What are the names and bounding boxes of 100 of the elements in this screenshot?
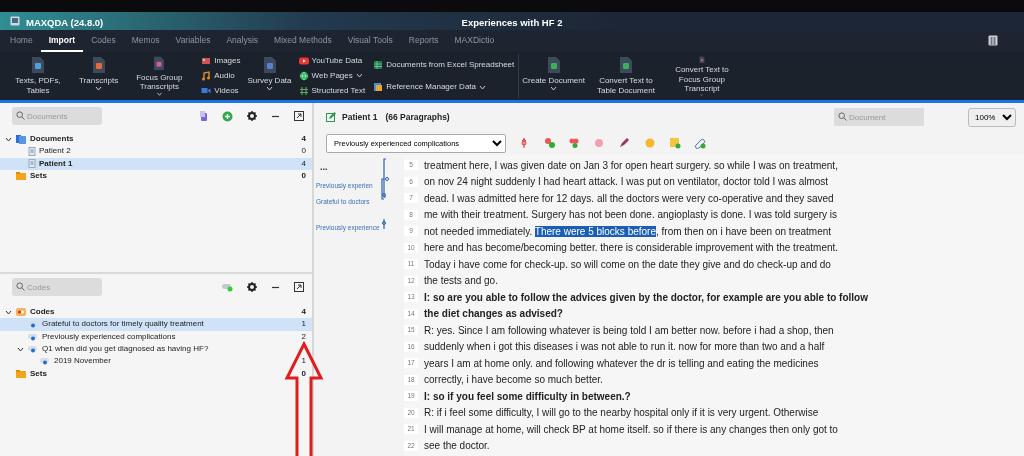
zoom-select[interactable]: 100% bbox=[968, 107, 1016, 127]
tree-label: Patient 2 bbox=[39, 145, 71, 158]
add-icon[interactable] bbox=[222, 110, 233, 122]
ribbon-button[interactable]: Web Pages bbox=[298, 70, 366, 82]
ribbon-button[interactable]: Audio bbox=[201, 70, 241, 82]
paragraph-text: not needed immediately. There were 5 blocks before, from then on i have been on treatment bbox=[424, 224, 832, 239]
paragraph-text: me with their treatment. Surgery has not been done. angioplasty is done. I was told surgery is bbox=[424, 208, 837, 223]
item-count: 2 bbox=[301, 330, 306, 343]
expand-icon[interactable] bbox=[294, 111, 304, 121]
tree-label: Grateful to doctors for timely quality treatment bbox=[42, 318, 204, 331]
memo-icon[interactable] bbox=[669, 137, 681, 149]
ribbon-button[interactable]: Videos bbox=[201, 84, 241, 97]
tree-item[interactable]: Codes 4 bbox=[0, 306, 312, 319]
tree-item[interactable]: Documents 4 bbox=[0, 133, 312, 146]
ribbon-tab[interactable]: Mixed Methods bbox=[266, 30, 340, 52]
ribbon-button[interactable]: Focus Group Transcripts bbox=[121, 54, 198, 98]
code-icon bbox=[40, 357, 51, 366]
document-icon bbox=[152, 56, 167, 71]
chevron-icon[interactable] bbox=[5, 136, 12, 142]
tree-item[interactable]: Previously experienced complications 2 bbox=[0, 330, 312, 343]
ribbon-tab[interactable]: Visual Tools bbox=[339, 30, 401, 52]
paragraph-text: suddenly when i got this diseases i was not able to run it. now for more than two and a half bbox=[424, 340, 825, 355]
paragraph-text: the tests and go. bbox=[424, 274, 498, 289]
image-icon bbox=[201, 56, 212, 67]
globe-icon bbox=[298, 71, 309, 81]
spreadsheet-icon bbox=[373, 60, 384, 70]
item-count: 4 bbox=[301, 157, 306, 170]
caret-icon[interactable] bbox=[479, 84, 486, 90]
pen-icon[interactable] bbox=[619, 137, 631, 149]
item-count: 0 bbox=[301, 367, 306, 380]
tree-item[interactable]: 2019 November 1 bbox=[0, 355, 312, 368]
ribbon-tab[interactable]: Memos bbox=[123, 30, 168, 52]
code-icon bbox=[28, 320, 39, 329]
tree-label: Previously experienced complications bbox=[42, 330, 176, 343]
ribbon-button[interactable]: YouTube Data bbox=[298, 55, 366, 68]
calculator-icon[interactable] bbox=[988, 35, 998, 46]
document-icon bbox=[28, 159, 36, 169]
code-icon bbox=[28, 345, 39, 354]
ribbon-button[interactable]: Survey Data bbox=[244, 54, 295, 98]
paragraph-text: see the doctor. bbox=[424, 439, 490, 454]
paragraph-text: R: yes. Since I am following whatever is being told I am better now. before i had a shop, then bbox=[424, 323, 834, 338]
tree-label: Documents bbox=[30, 133, 74, 146]
caret-icon[interactable] bbox=[550, 85, 558, 91]
settings-icon[interactable] bbox=[247, 282, 257, 292]
item-count: 1 bbox=[301, 355, 306, 368]
ribbon-button[interactable]: Convert Text to Focus Group Transcript bbox=[663, 54, 740, 98]
music-note-icon bbox=[201, 71, 212, 81]
document-icon bbox=[91, 56, 106, 74]
ribbon-tab[interactable]: MAXDictio bbox=[446, 30, 503, 52]
tree-label: Q1 when did you get diagnosed as having HF? bbox=[42, 343, 209, 356]
ribbon-tab[interactable]: Codes bbox=[83, 30, 124, 52]
codes-icon bbox=[16, 307, 27, 318]
tree-item[interactable]: Patient 1 4 bbox=[0, 157, 312, 170]
paragraph-text: treatment here, I was given date on Jan 3 for open heart surgery. so while I was on treatment, bbox=[424, 158, 838, 173]
ribbon-tab[interactable]: Analysis bbox=[218, 30, 267, 52]
link-icon[interactable] bbox=[694, 137, 706, 149]
ribbon-tab[interactable]: Reports bbox=[400, 30, 447, 52]
app-title: MAXQDA (24.8.0) bbox=[26, 16, 104, 30]
ribbon-button[interactable]: Texts, PDFs, Tables bbox=[0, 54, 76, 98]
caret-icon[interactable] bbox=[355, 73, 363, 79]
item-count: 0 bbox=[301, 170, 306, 183]
ribbon-button[interactable]: Convert Text to Table Document bbox=[587, 54, 664, 98]
expand-icon[interactable] bbox=[294, 282, 304, 292]
tree-item[interactable]: Q1 when did you get diagnosed as having HF? bbox=[0, 342, 312, 356]
ribbon-tab[interactable]: Variables bbox=[167, 30, 219, 52]
chevron-icon[interactable] bbox=[5, 309, 12, 315]
chevron-icon[interactable] bbox=[17, 346, 24, 352]
hash-icon bbox=[298, 85, 309, 96]
tree-label: 2019 November bbox=[54, 355, 111, 368]
new-document-icon[interactable] bbox=[200, 111, 208, 121]
tree-item[interactable]: Grateful to doctors for timely quality treatment 1 bbox=[0, 318, 312, 331]
ribbon-button[interactable]: Transcripts bbox=[76, 54, 122, 98]
document-icon bbox=[618, 56, 633, 74]
ribbon-button[interactable]: Reference Manager Data bbox=[373, 81, 515, 93]
ribbon-button[interactable]: Structured Text bbox=[298, 84, 366, 97]
video-camera-icon bbox=[201, 85, 212, 96]
project-title: Experiences with HF 2 bbox=[461, 17, 563, 28]
item-count: 1 bbox=[301, 318, 306, 331]
tree-item[interactable]: Sets 0 bbox=[0, 169, 312, 183]
ribbon-button[interactable]: Create Document bbox=[518, 54, 588, 98]
app-icon bbox=[10, 16, 20, 26]
ribbon-button[interactable]: Documents from Excel Spreadsheet bbox=[373, 59, 515, 71]
tree-item[interactable]: Patient 2 0 bbox=[0, 145, 312, 158]
more-button[interactable]: ... bbox=[320, 161, 328, 175]
caret-icon[interactable] bbox=[266, 85, 273, 91]
code-group-icon[interactable] bbox=[569, 137, 581, 149]
caret-icon[interactable] bbox=[95, 85, 103, 91]
settings-icon[interactable] bbox=[247, 111, 257, 121]
caret-icon[interactable] bbox=[155, 91, 163, 96]
code-add-icon[interactable] bbox=[544, 137, 556, 149]
book-icon bbox=[373, 82, 384, 92]
tree-item[interactable]: Sets 0 bbox=[0, 367, 312, 380]
code-icon bbox=[28, 332, 39, 341]
ribbon-button[interactable]: Images bbox=[201, 55, 241, 68]
paragraph-text: here and has become/becoming better. there is considerable improvement with the treatment. bbox=[424, 241, 839, 256]
ribbon-tab[interactable]: Home bbox=[2, 30, 41, 52]
paragraph-text: Today i have come for check-up. so will come on the date they give and do check-up and do bbox=[424, 257, 831, 272]
edit-icon[interactable] bbox=[326, 112, 336, 122]
folder-icon bbox=[16, 368, 27, 379]
paragraph-text: R: if i feel some difficulty, I will go to the nearby hospital only if it is very urgent. Otherwise bbox=[424, 406, 819, 421]
